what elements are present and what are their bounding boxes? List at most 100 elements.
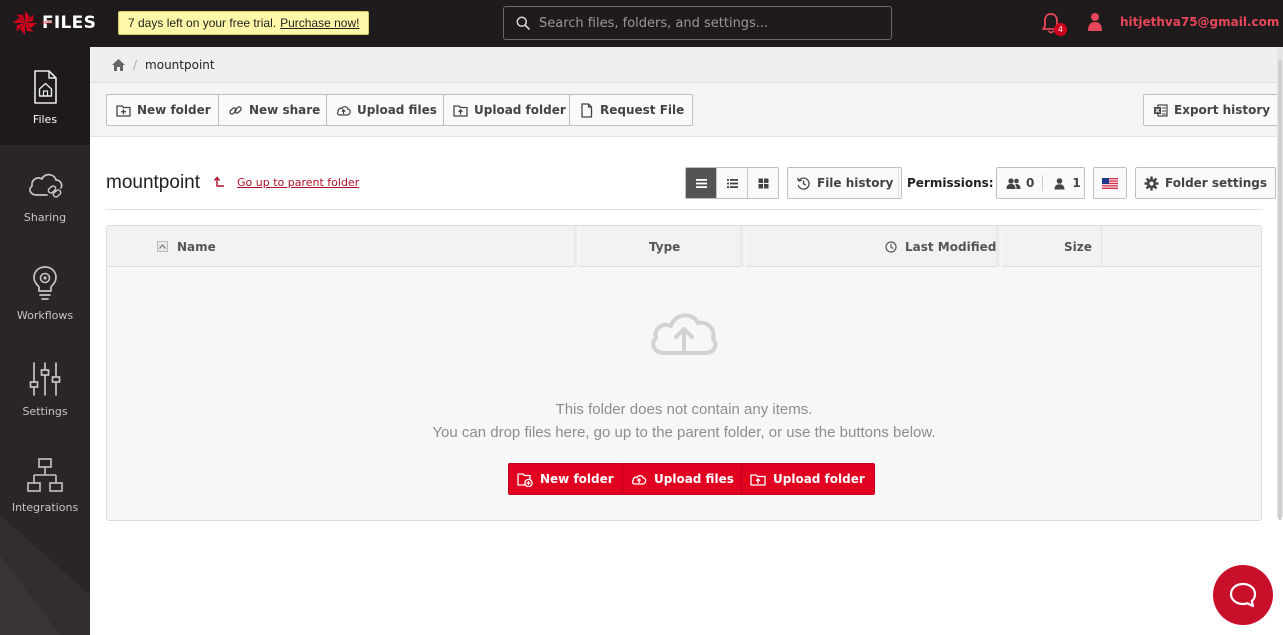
empty-upload-folder-button[interactable]: Upload folder: [741, 463, 875, 495]
cloud-upload-icon: [336, 105, 351, 116]
search-icon: [516, 16, 530, 30]
column-header-type[interactable]: Type: [649, 226, 680, 267]
empty-new-folder-button[interactable]: New folder: [508, 463, 624, 495]
folder-upload-icon: [750, 473, 766, 486]
column-resizer[interactable]: [740, 226, 746, 267]
sidebar-item-sharing[interactable]: Sharing: [0, 145, 90, 243]
sidebar-item-files[interactable]: Files: [0, 47, 90, 145]
folder-settings-button[interactable]: Folder settings: [1135, 167, 1277, 199]
home-icon[interactable]: [111, 58, 126, 72]
export-history-label: Export history: [1174, 103, 1271, 117]
file-history-label: File history: [817, 176, 894, 190]
sidebar: Files Sharing Workflows Settings Integra…: [0, 47, 90, 635]
upload-files-label: Upload files: [654, 472, 734, 486]
new-folder-button[interactable]: New folder: [106, 94, 220, 126]
sidebar-decoration: [0, 515, 90, 635]
folder-settings-label: Folder settings: [1165, 176, 1268, 190]
request-file-button[interactable]: Request File: [569, 94, 694, 126]
new-folder-label: New folder: [137, 103, 211, 117]
sidebar-item-label: Files: [32, 112, 58, 126]
export-history-button[interactable]: Export history: [1143, 94, 1280, 126]
column-header-last-modified[interactable]: Last Modified: [885, 226, 996, 267]
chat-icon: [1229, 582, 1257, 608]
language-button[interactable]: [1093, 167, 1127, 199]
user-count: 1: [1072, 176, 1081, 190]
sidebar-item-label: Integrations: [11, 500, 79, 514]
upload-folder-label: Upload folder: [773, 472, 865, 486]
toolbar: New folder New share Upload files Upload…: [90, 83, 1283, 137]
upload-files-label: Upload files: [357, 103, 437, 117]
group-permissions[interactable]: 0: [997, 168, 1034, 198]
file-history-button[interactable]: File history: [787, 167, 903, 199]
permissions-label: Permissions:: [907, 176, 994, 190]
permissions-button[interactable]: 0 1: [996, 167, 1085, 199]
trial-text: 7 days left on your free trial.: [128, 16, 277, 30]
group-count: 0: [1026, 176, 1035, 190]
cloud-link-icon: [29, 173, 63, 198]
upload-folder-button[interactable]: Upload folder: [443, 94, 575, 126]
history-icon: [796, 176, 810, 190]
upload-folder-label: Upload folder: [474, 103, 566, 117]
file-icon: [581, 102, 593, 118]
folder-plus-icon: [517, 472, 533, 487]
sort-icon[interactable]: [157, 241, 168, 252]
list-view-button[interactable]: [686, 168, 716, 198]
new-share-label: New share: [249, 103, 321, 117]
column-resizer[interactable]: [996, 226, 1002, 267]
chevron-up-icon: [159, 244, 166, 249]
sidebar-item-label: Workflows: [16, 308, 74, 322]
folder-plus-icon: [116, 104, 131, 117]
upload-files-button[interactable]: Upload files: [326, 94, 446, 126]
new-share-button[interactable]: New share: [218, 94, 330, 126]
sidebar-item-integrations[interactable]: Integrations: [0, 435, 90, 533]
page-title: mountpoint: [106, 172, 201, 193]
files-logo-icon: [13, 11, 37, 35]
users-icon: [1006, 177, 1021, 189]
breadcrumb-current[interactable]: mountpoint: [145, 58, 215, 72]
breadcrumb: / mountpoint: [90, 47, 1283, 83]
trial-banner: 7 days left on your free trial. Purchase…: [118, 11, 370, 35]
empty-message: This folder does not contain any items.: [555, 401, 813, 418]
user-icon[interactable]: [1087, 12, 1103, 31]
grid-view-button[interactable]: [747, 168, 778, 198]
user-email[interactable]: hitjethva75@gmail.com: [1120, 15, 1279, 29]
parent-folder-link[interactable]: Go up to parent folder: [237, 176, 359, 189]
logo-subtext: .com: [40, 20, 53, 26]
breadcrumb-separator: /: [133, 57, 138, 72]
logo[interactable]: FILES: [12, 10, 96, 36]
search-input[interactable]: [539, 15, 869, 31]
divider: [898, 168, 899, 198]
folder-upload-icon: [453, 104, 468, 117]
network-icon: [27, 457, 63, 492]
top-bar: FILES .com 7 days left on your free tria…: [0, 0, 1283, 47]
request-file-label: Request File: [600, 103, 685, 117]
table-header: Name Type Last Modified Size: [107, 226, 1261, 267]
link-icon: [229, 105, 242, 115]
empty-upload-files-button[interactable]: Upload files: [622, 463, 744, 495]
divider: [1101, 226, 1102, 267]
search-box[interactable]: [503, 6, 892, 40]
divider: [106, 209, 1262, 210]
files-icon: [34, 69, 57, 104]
cloud-upload-icon: [631, 474, 647, 485]
gear-icon: [1144, 175, 1159, 191]
clock-icon: [885, 240, 897, 253]
up-arrow-icon[interactable]: [213, 175, 227, 189]
chat-button[interactable]: [1213, 565, 1273, 625]
purchase-link[interactable]: Purchase now!: [280, 16, 359, 30]
column-label: Size: [1064, 239, 1092, 254]
detail-list-view-button[interactable]: [716, 168, 747, 198]
file-table: Name Type Last Modified Size This folder…: [106, 225, 1262, 521]
user-permissions[interactable]: 1: [1043, 168, 1081, 198]
sidebar-item-label: Settings: [22, 404, 68, 418]
column-resizer[interactable]: [574, 226, 580, 267]
sidebar-item-workflows[interactable]: Workflows: [0, 243, 90, 341]
scrollbar-thumb[interactable]: [1278, 60, 1282, 520]
sidebar-item-settings[interactable]: Settings: [0, 339, 90, 437]
column-header-name[interactable]: Name: [157, 226, 216, 267]
column-header-size[interactable]: Size: [1064, 226, 1092, 267]
cloud-upload-icon: [651, 313, 718, 355]
view-mode-toggle: [685, 167, 779, 199]
list-icon: [695, 178, 707, 188]
column-label: Name: [177, 239, 216, 254]
